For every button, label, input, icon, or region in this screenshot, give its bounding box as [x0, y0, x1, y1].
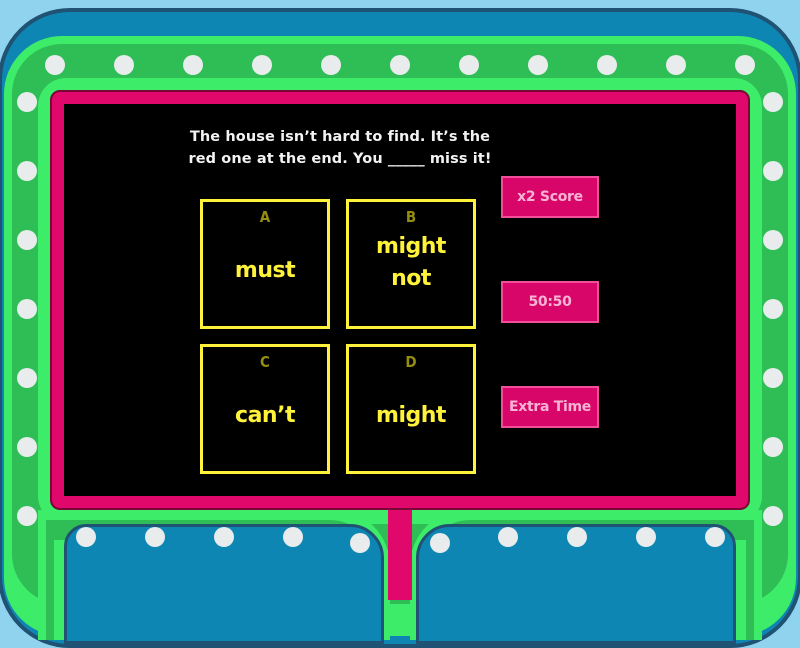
marquee-light-dot — [390, 55, 410, 75]
fifty-fifty-button[interactable]: 50:50 — [501, 281, 599, 323]
marquee-light-dot — [17, 299, 37, 319]
marquee-light-dot — [763, 368, 783, 388]
marquee-light-dot — [763, 230, 783, 250]
marquee-light-dot — [214, 527, 234, 547]
marquee-light-dot — [17, 230, 37, 250]
marquee-light-dot — [17, 92, 37, 112]
question-line-2: red one at the end. You _____ miss it! — [188, 151, 492, 167]
screen-stand-stem — [388, 500, 412, 600]
marquee-light-dot — [459, 55, 479, 75]
answer-text: must — [234, 258, 296, 283]
marquee-light-dot — [76, 527, 96, 547]
answer-option-a[interactable]: A must — [200, 199, 330, 329]
answer-option-c[interactable]: C can’t — [200, 344, 330, 474]
marquee-light-dot — [17, 161, 37, 181]
marquee-light-dot — [498, 527, 518, 547]
double-score-button[interactable]: x2 Score — [501, 176, 599, 218]
marquee-light-dot — [17, 506, 37, 526]
answer-letter: A — [259, 208, 271, 226]
marquee-light-dot — [17, 437, 37, 457]
marquee-light-dot — [705, 527, 725, 547]
marquee-light-dot — [350, 533, 370, 553]
question-line-1: The house isn’t hard to find. It’s the — [189, 129, 491, 145]
answer-text: can’t — [235, 403, 295, 428]
marquee-light-dot — [430, 533, 450, 553]
marquee-light-dot — [763, 506, 783, 526]
answer-option-d[interactable]: D might — [346, 344, 476, 474]
marquee-light-dot — [735, 55, 755, 75]
marquee-light-dot — [763, 92, 783, 112]
marquee-light-dot — [45, 55, 65, 75]
question-text: The house isn’t hard to find. It’s the r… — [180, 126, 500, 176]
marquee-light-dot — [567, 527, 587, 547]
answer-letter: B — [405, 208, 417, 226]
answer-option-b[interactable]: B might not — [346, 199, 476, 329]
marquee-light-dot — [763, 161, 783, 181]
marquee-light-dot — [283, 527, 303, 547]
marquee-light-dot — [528, 55, 548, 75]
extra-time-button[interactable]: Extra Time — [501, 386, 599, 428]
marquee-light-dot — [114, 55, 134, 75]
answer-letter: D — [405, 353, 417, 371]
marquee-light-dot — [252, 55, 272, 75]
marquee-light-dot — [145, 527, 165, 547]
marquee-light-dot — [666, 55, 686, 75]
marquee-light-dot — [636, 527, 656, 547]
answer-text: might — [376, 403, 446, 428]
marquee-light-dot — [17, 368, 37, 388]
marquee-light-dot — [763, 299, 783, 319]
marquee-light-dot — [763, 437, 783, 457]
answer-letter: C — [260, 353, 270, 371]
marquee-light-dot — [597, 55, 617, 75]
answer-text: might not — [376, 234, 446, 291]
marquee-light-dot — [321, 55, 341, 75]
marquee-light-dot — [183, 55, 203, 75]
